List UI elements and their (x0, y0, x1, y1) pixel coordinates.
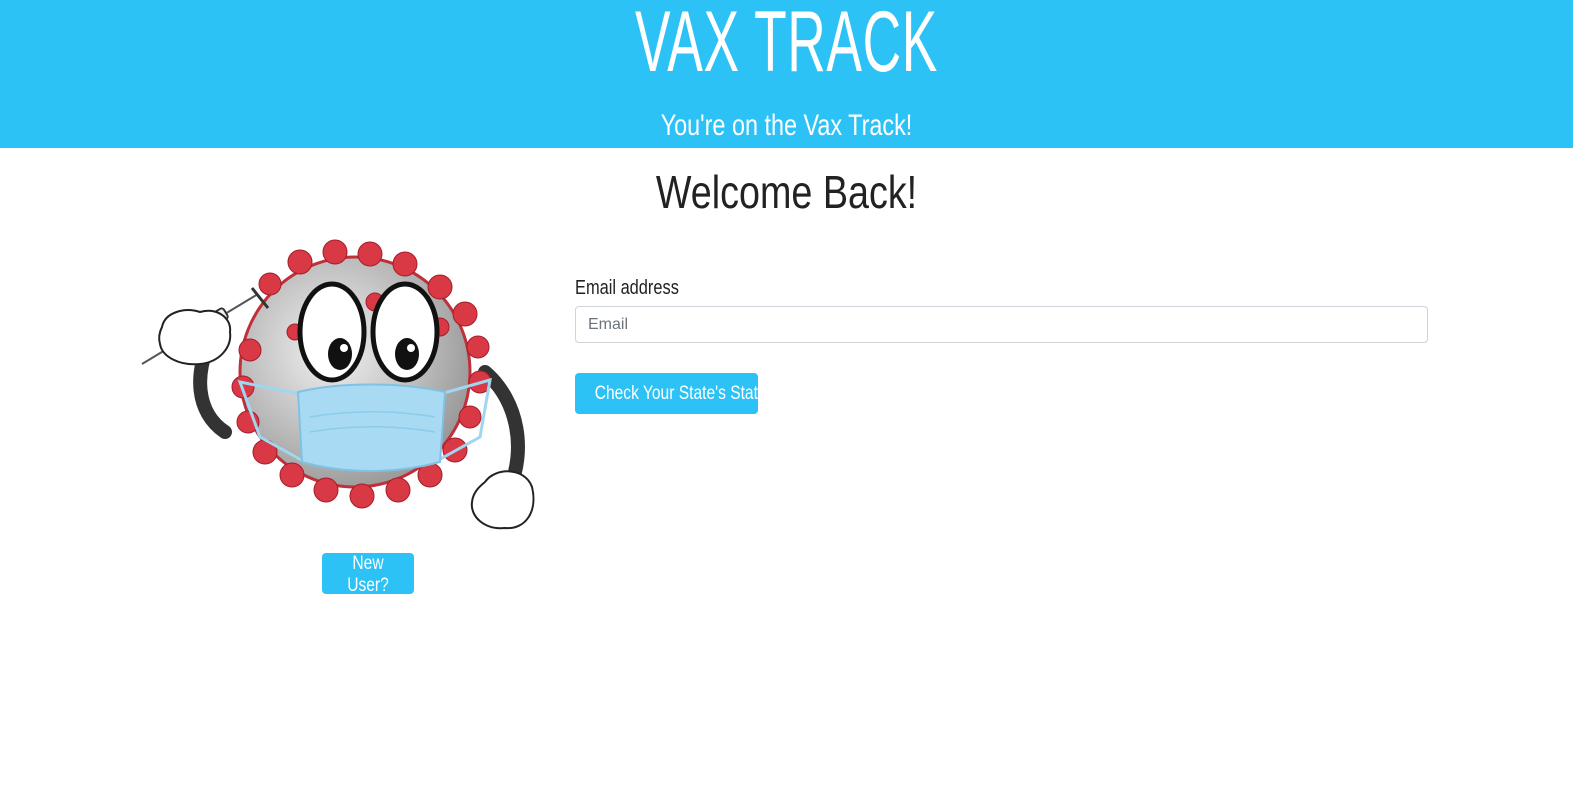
tagline: You're on the Vax Track! (660, 109, 913, 142)
check-state-status-button[interactable]: Check Your State's Status (575, 373, 774, 414)
check-state-status-label: Check Your State's Status (594, 382, 775, 404)
new-user-button[interactable]: New User? (322, 553, 414, 596)
virus-mascot-icon (141, 239, 535, 530)
page-title: Welcome Back! (655, 166, 918, 218)
site-header: VAX TRACK You're on the Vax Track! (0, 0, 1573, 148)
brand-title: VAX TRACK (635, 0, 938, 90)
email-label: Email address (575, 277, 679, 299)
new-user-button-label: New User? (347, 553, 389, 596)
email-input[interactable] (575, 306, 1428, 343)
